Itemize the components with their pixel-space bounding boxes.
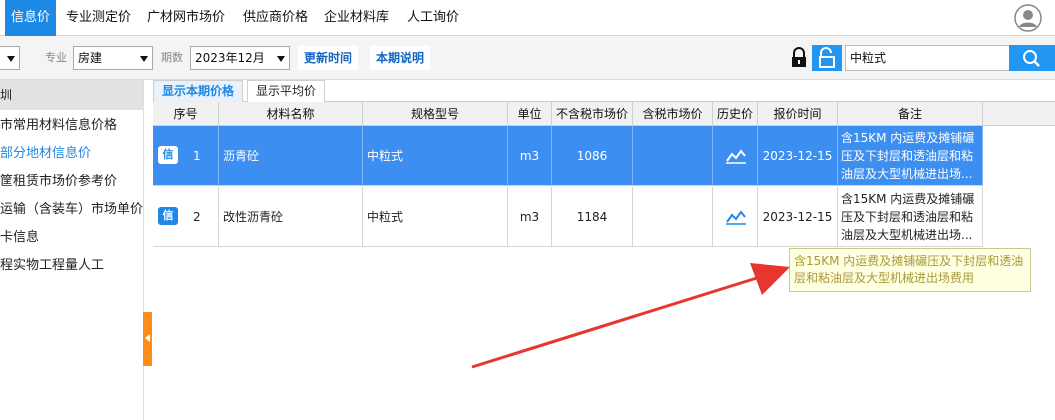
seq-cell: 信 2: [153, 187, 219, 247]
history-cell: [713, 126, 758, 186]
note-cell[interactable]: 含15KM 内运费及摊铺碾压及下封层和透油层和粘油层及大型机械进出场...: [838, 126, 983, 186]
sidebar-header[interactable]: 圳: [0, 80, 143, 110]
table-row[interactable]: 信 2 改性沥青砼 中粒式 m3 1184 2023-12-15 含15KM 内…: [153, 187, 983, 247]
lock-open-icon: [819, 47, 835, 68]
price-inc-tax-cell: [633, 187, 713, 247]
material-name-cell: 改性沥青砼: [219, 187, 363, 247]
history-cell: [713, 187, 758, 247]
price-view-tabs: 显示本期价格 显示平均价: [153, 80, 1055, 102]
table-header: 序号 材料名称 规格型号 单位 不含税市场价 含税市场价 历史价 报价时间 备注: [153, 102, 1055, 126]
seq-cell: 信 1: [153, 126, 219, 186]
annotation-arrow-icon: [471, 263, 790, 369]
specialty-select[interactable]: 房建: [73, 46, 153, 70]
chevron-down-icon: [7, 56, 15, 62]
tab-info-price[interactable]: 信息价: [5, 0, 57, 36]
lock-closed-icon[interactable]: [788, 46, 810, 70]
period-label: 期数: [161, 51, 183, 64]
col-quote-date[interactable]: 报价时间: [758, 102, 838, 126]
seq-number: 2: [193, 210, 201, 224]
quote-date-cell: 2023-12-15: [758, 126, 838, 186]
search-input[interactable]: 中粒式: [845, 45, 1010, 71]
col-note[interactable]: 备注: [838, 102, 983, 126]
sidebar-item-transport-price[interactable]: 运输（含装车）市场单价: [0, 196, 143, 224]
sidebar-item-rental-reference[interactable]: 筐租赁市场价参考价: [0, 168, 143, 196]
chevron-down-icon: [277, 56, 285, 62]
search-button[interactable]: [1009, 45, 1055, 71]
price-inc-tax-cell: [633, 126, 713, 186]
update-time-button[interactable]: 更新时间: [298, 46, 359, 70]
top-nav: 信息价 专业测定价 广材网市场价 供应商价格 企业材料库 人工询价: [0, 0, 1055, 36]
tab-supplier-price[interactable]: 供应商价格: [237, 0, 314, 36]
spec-cell: 中粒式: [363, 126, 508, 186]
region-select[interactable]: [0, 46, 20, 70]
col-material-name[interactable]: 材料名称: [219, 102, 363, 126]
sidebar-item-labor-quantity[interactable]: 程实物工程量人工: [0, 252, 143, 280]
note-tooltip: 含15KM 内运费及摊铺碾压及下封层和透油层和粘油层及大型机械进出场费用: [789, 248, 1031, 292]
tab-enterprise-library[interactable]: 企业材料库: [318, 0, 395, 36]
spec-cell: 中粒式: [363, 187, 508, 247]
unit-cell: m3: [508, 126, 552, 186]
price-ex-tax-cell: 1184: [552, 187, 633, 247]
seq-number: 1: [193, 149, 201, 163]
price-ex-tax-cell: 1086: [552, 126, 633, 186]
period-note-button[interactable]: 本期说明: [370, 46, 431, 70]
filter-toolbar: 专业 房建 期数 2023年12月 更新时间 本期说明 中粒式: [0, 36, 1055, 80]
info-badge: 信: [158, 207, 178, 225]
col-unit[interactable]: 单位: [508, 102, 552, 126]
sidebar-item-local-materials[interactable]: 部分地材信息价: [0, 140, 143, 168]
col-spec[interactable]: 规格型号: [363, 102, 508, 126]
period-select[interactable]: 2023年12月: [190, 46, 290, 70]
info-badge: 信: [158, 146, 178, 164]
col-price-inc-tax[interactable]: 含税市场价: [633, 102, 713, 126]
user-avatar-icon[interactable]: [1014, 4, 1042, 32]
tab-labor-inquiry[interactable]: 人工询价: [401, 0, 465, 36]
material-name-cell: 沥青砼: [219, 126, 363, 186]
unlock-button[interactable]: [812, 45, 842, 71]
search-icon: [1023, 50, 1040, 67]
table-row[interactable]: 信 1 沥青砼 中粒式 m3 1086 2023-12-15 含15KM 内运费…: [153, 126, 983, 186]
tab-current-price[interactable]: 显示本期价格: [153, 80, 244, 102]
chevron-left-icon: [145, 334, 150, 342]
quote-date-cell: 2023-12-15: [758, 187, 838, 247]
tab-market-price[interactable]: 广材网市场价: [141, 0, 231, 36]
chevron-down-icon: [140, 56, 148, 62]
col-price-ex-tax[interactable]: 不含税市场价: [552, 102, 633, 126]
sidebar-item-common-materials[interactable]: 市常用材料信息价格: [0, 112, 143, 140]
col-seq[interactable]: 序号: [153, 102, 219, 126]
col-history[interactable]: 历史价: [713, 102, 758, 126]
specialty-value: 房建: [78, 51, 103, 65]
sidebar-collapse-handle[interactable]: [143, 312, 152, 366]
tab-average-price[interactable]: 显示平均价: [247, 80, 326, 102]
note-cell[interactable]: 含15KM 内运费及摊铺碾压及下封层和透油层和粘油层及大型机械进出场...: [838, 187, 983, 247]
sidebar-item-card-info[interactable]: 卡信息: [0, 224, 143, 252]
specialty-label: 专业: [45, 51, 67, 64]
category-sidebar: 圳 市常用材料信息价格 部分地材信息价 筐租赁市场价参考价 运输（含装车）市场单…: [0, 80, 144, 420]
trend-chart-icon[interactable]: [725, 148, 747, 164]
period-value: 2023年12月: [195, 51, 265, 65]
unit-cell: m3: [508, 187, 552, 247]
trend-chart-icon[interactable]: [725, 209, 747, 225]
tab-professional-price[interactable]: 专业测定价: [60, 0, 137, 36]
